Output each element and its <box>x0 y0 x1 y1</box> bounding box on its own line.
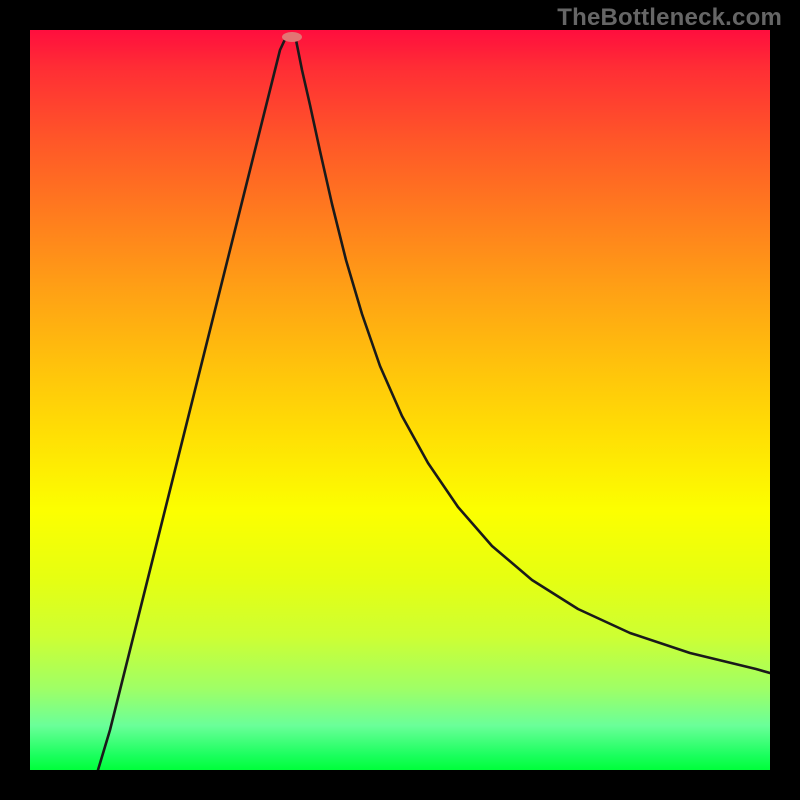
curve-left-branch <box>98 35 287 770</box>
chart-container: TheBottleneck.com <box>0 0 800 800</box>
curve-right-branch <box>295 35 770 673</box>
watermark-text: TheBottleneck.com <box>557 4 782 32</box>
minimum-marker <box>282 32 302 42</box>
curve-svg <box>30 30 770 770</box>
plot-area <box>30 30 770 770</box>
